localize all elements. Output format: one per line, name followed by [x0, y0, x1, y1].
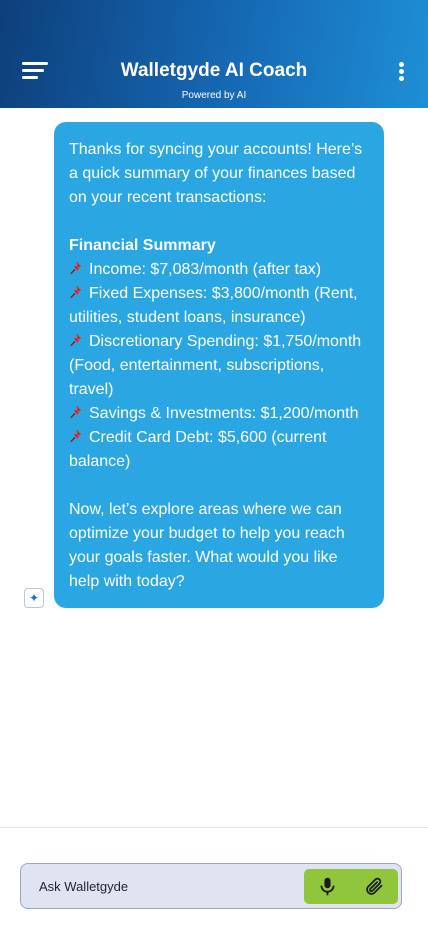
page-title: Walletgyde AI Coach	[120, 60, 308, 81]
pushpin-icon	[70, 261, 82, 275]
ai-sparkle-icon: ✦	[24, 588, 44, 608]
message-composer	[20, 863, 402, 909]
attach-file-button[interactable]	[351, 869, 398, 904]
composer-actions	[304, 869, 398, 904]
microphone-icon	[320, 877, 335, 896]
app-header: Walletgyde AI Coach Powered by AI	[0, 0, 428, 108]
message-input[interactable]	[39, 876, 289, 896]
summary-item: Income: $7,083/month (after tax)	[69, 258, 369, 282]
voice-input-button[interactable]	[304, 869, 351, 904]
summary-item: Credit Card Debt: $5,600 (current balanc…	[69, 429, 327, 470]
message-outro: Now, let’s explore areas where we can op…	[69, 501, 345, 590]
pushpin-icon	[70, 405, 82, 419]
assistant-message-bubble: Thanks for syncing your accounts! Here’s…	[54, 122, 384, 608]
pushpin-icon	[70, 429, 82, 443]
summary-title: Financial Summary	[69, 237, 216, 254]
summary-item: Discretionary Spending: $1,750/month (Fo…	[69, 333, 362, 398]
page-subtitle: Powered by AI	[181, 90, 247, 101]
pushpin-icon	[70, 333, 82, 347]
summary-item: Fixed Expenses: $3,800/month (Rent, util…	[69, 285, 358, 326]
pushpin-icon	[70, 285, 82, 299]
message-intro: Thanks for syncing your accounts! Here’s…	[69, 141, 363, 206]
paperclip-icon	[366, 877, 383, 895]
kebab-more-icon	[399, 62, 404, 67]
more-options-button[interactable]	[395, 62, 409, 82]
summary-item: Savings & Investments: $1,200/month	[69, 402, 369, 426]
divider	[0, 827, 428, 828]
